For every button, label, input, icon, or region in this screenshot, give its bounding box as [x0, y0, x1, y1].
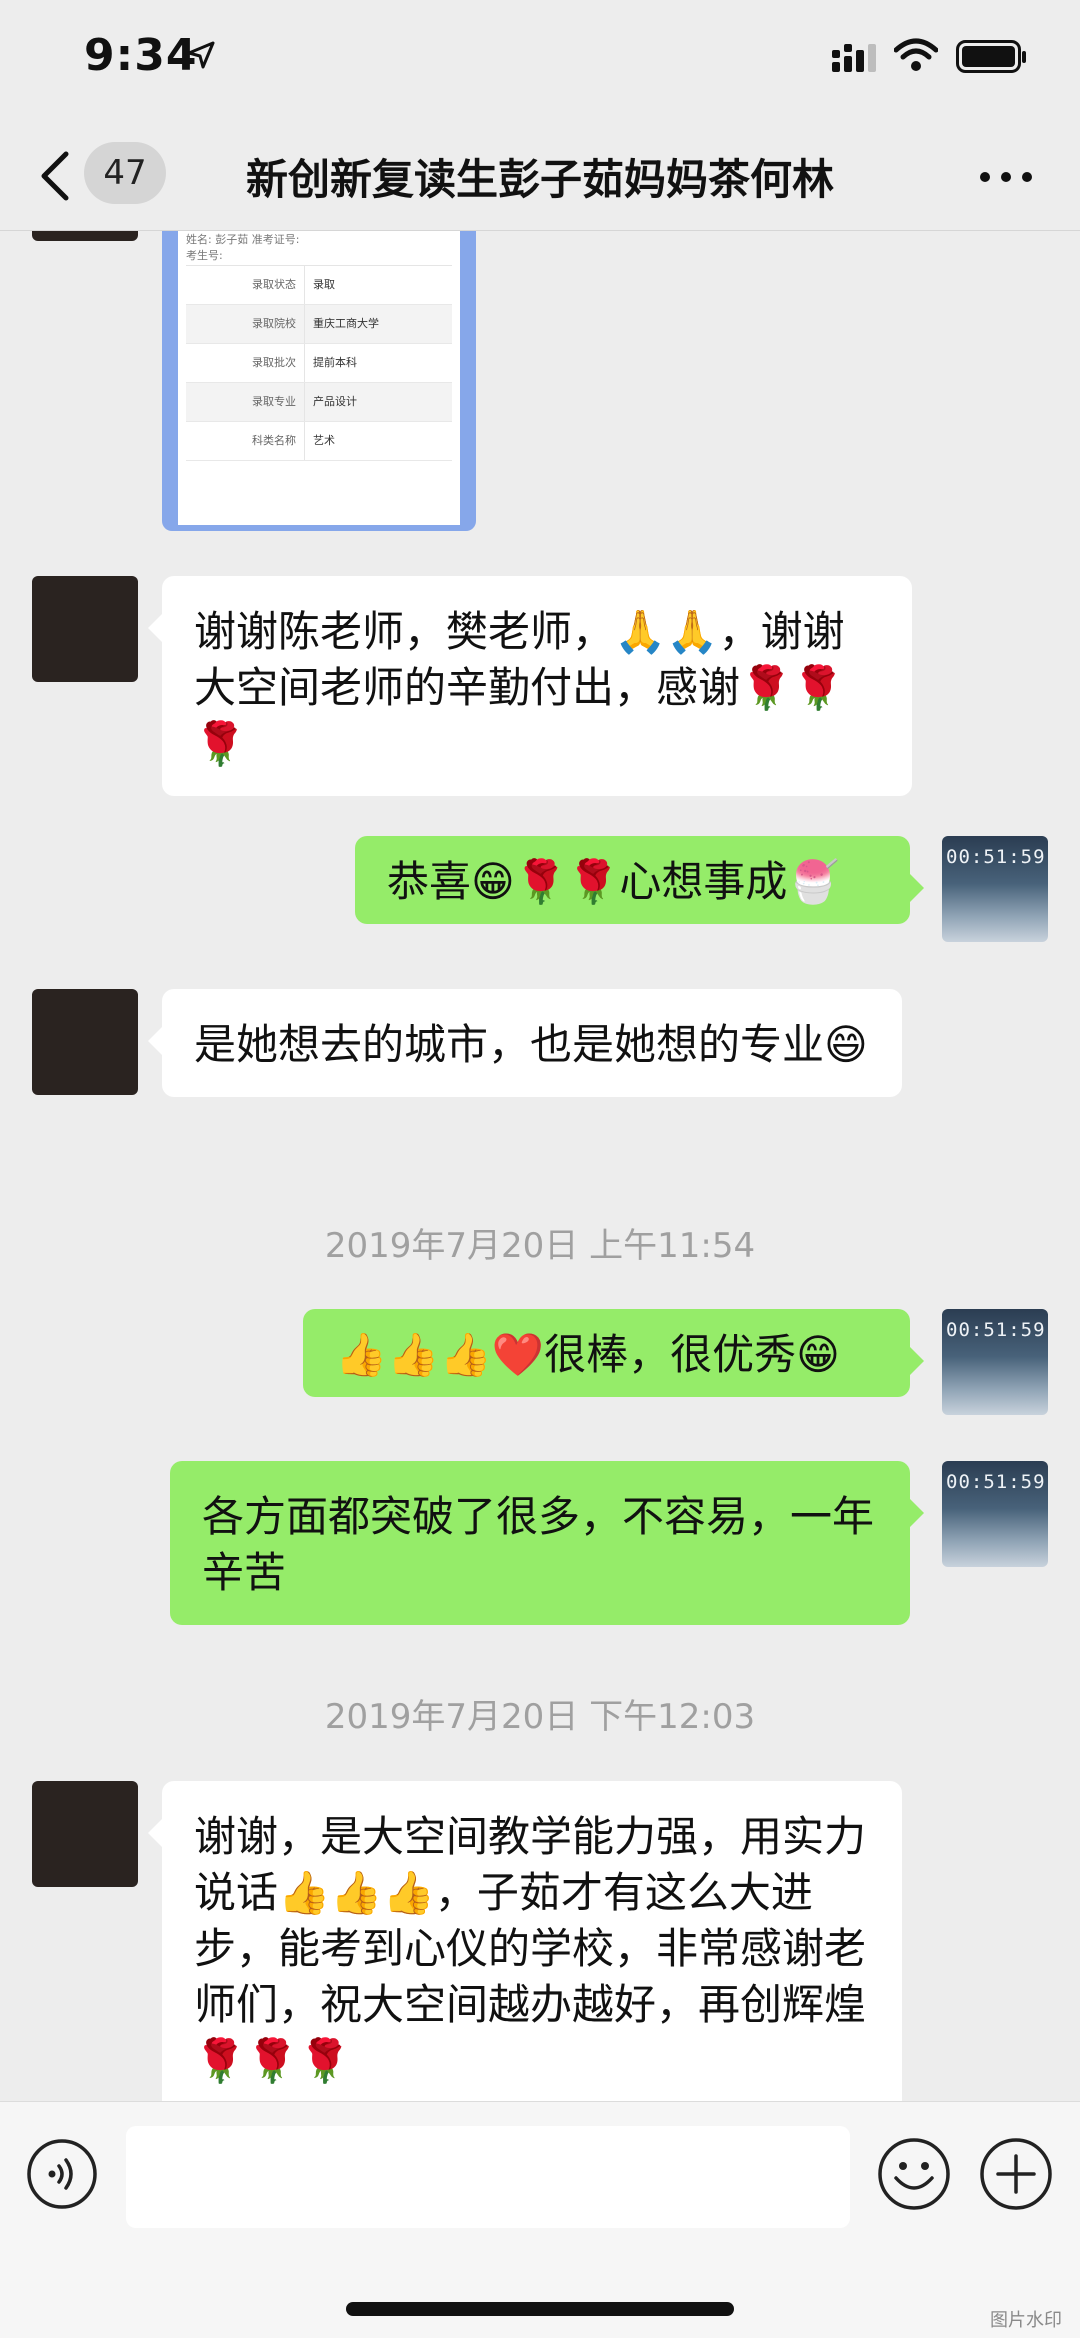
table-row: 科类名称 艺术: [186, 422, 452, 461]
table-row: 录取状态 录取: [186, 266, 452, 305]
message-list[interactable]: 姓名: 彭子茹 准考证号: 考生号: 录取状态 录取 录取院校 重庆工商大学 录…: [0, 231, 1080, 2101]
avatar[interactable]: [32, 231, 138, 241]
signal-icon: [832, 44, 876, 72]
watermark: 图片水印: [990, 2310, 1062, 2331]
message-input[interactable]: [126, 2126, 850, 2228]
timestamp: 2019年7月20日 上午11:54: [324, 1226, 756, 1266]
plus-icon[interactable]: [978, 2136, 1054, 2212]
avatar-clock: 00:51:59: [946, 1471, 1046, 1493]
outgoing-message[interactable]: 👍👍👍❤️很棒，很优秀😁: [303, 1309, 924, 1397]
voice-icon[interactable]: [26, 2138, 98, 2210]
incoming-message[interactable]: 谢谢陈老师，樊老师，🙏🙏，谢谢大空间老师的辛勤付出，感谢🌹🌹🌹: [148, 576, 912, 796]
status-time: 9:34: [84, 30, 198, 81]
table-row: 录取批次 提前本科: [186, 344, 452, 383]
sender-avatar[interactable]: [32, 989, 138, 1095]
sender-avatar[interactable]: [32, 1781, 138, 1887]
table-row: 录取院校 重庆工商大学: [186, 305, 452, 344]
home-indicator[interactable]: [346, 2302, 734, 2316]
sender-avatar[interactable]: [32, 576, 138, 682]
input-bar: 图片水印: [0, 2101, 1080, 2338]
image-message[interactable]: 姓名: 彭子茹 准考证号: 考生号: 录取状态 录取 录取院校 重庆工商大学 录…: [162, 231, 476, 531]
timestamp: 2019年7月20日 下午12:03: [324, 1697, 756, 1737]
image-caption: 姓名: 彭子茹 准考证号: 考生号:: [186, 233, 300, 262]
chat-title: 新创新复读生彭子茹妈妈茶何林: [245, 155, 834, 204]
chat-header: 47 新创新复读生彭子茹妈妈茶何林: [0, 120, 1080, 231]
status-bar: 9:34: [0, 0, 1080, 120]
incoming-message[interactable]: 是她想去的城市，也是她想的专业😄: [148, 989, 902, 1097]
battery-icon: [956, 40, 1026, 73]
my-avatar[interactable]: 00:51:59: [942, 836, 1048, 942]
avatar-clock: 00:51:59: [946, 846, 1046, 868]
wifi-icon: [894, 38, 938, 71]
emoji-icon[interactable]: [876, 2136, 952, 2212]
admission-table: 录取状态 录取 录取院校 重庆工商大学 录取批次 提前本科 录取专业 产品设计 …: [186, 265, 452, 461]
more-icon[interactable]: [980, 172, 1032, 182]
my-avatar[interactable]: 00:51:59: [942, 1461, 1048, 1567]
table-row: 录取专业 产品设计: [186, 383, 452, 422]
outgoing-message[interactable]: 各方面都突破了很多，不容易，一年辛苦: [170, 1461, 924, 1625]
location-arrow-icon: [187, 41, 215, 69]
outgoing-message[interactable]: 恭喜😁🌹🌹心想事成🍧: [355, 836, 924, 924]
avatar-clock: 00:51:59: [946, 1319, 1046, 1341]
my-avatar[interactable]: 00:51:59: [942, 1309, 1048, 1415]
incoming-message[interactable]: 谢谢，是大空间教学能力强，用实力说话👍👍👍，子茹才有这么大进步，能考到心仪的学校…: [148, 1781, 902, 2101]
